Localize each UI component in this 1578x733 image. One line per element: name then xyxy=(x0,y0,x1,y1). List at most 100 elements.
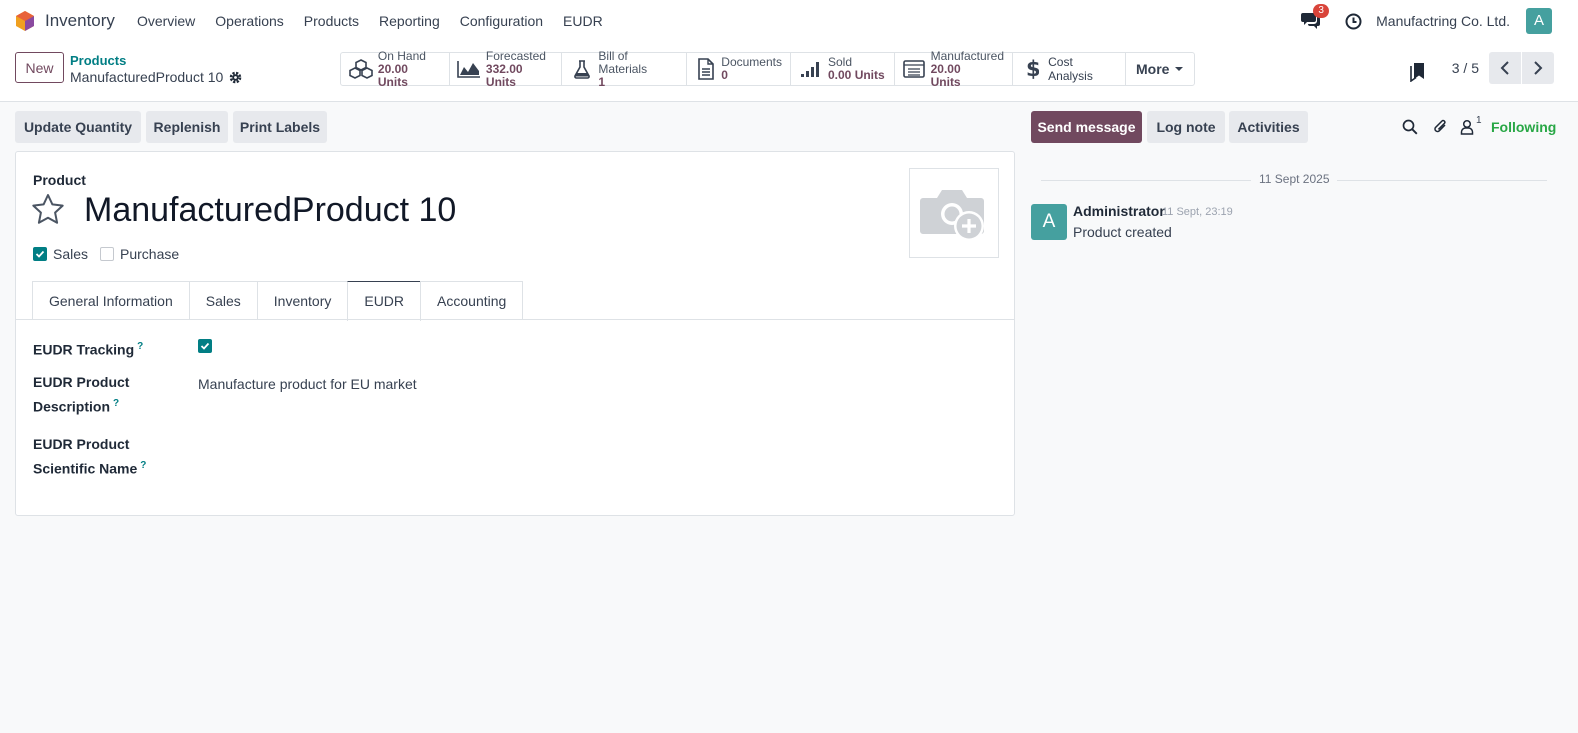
purchase-checkbox[interactable] xyxy=(100,247,114,261)
more-label: More xyxy=(1136,61,1170,77)
update-quantity-button[interactable]: Update Quantity xyxy=(15,111,141,143)
sales-label: Sales xyxy=(53,246,89,262)
area-chart-icon xyxy=(457,60,482,78)
bom-value: 1 xyxy=(598,74,606,89)
eudr-description-label-1: EUDR Product xyxy=(33,374,130,390)
search-icon[interactable] xyxy=(1402,119,1418,135)
menu-configuration[interactable]: Configuration xyxy=(450,13,553,29)
tab-eudr[interactable]: EUDR xyxy=(347,281,422,321)
send-message-button[interactable]: Send message xyxy=(1031,111,1142,143)
inventory-app-icon xyxy=(16,11,34,31)
star-icon[interactable] xyxy=(31,193,65,227)
replenish-button[interactable]: Replenish xyxy=(146,111,228,143)
eudr-tracking-label-text: EUDR Tracking xyxy=(33,341,135,358)
eudr-scientific-name-field[interactable] xyxy=(198,438,498,458)
checkmark-icon xyxy=(35,250,45,258)
tab-general-information[interactable]: General Information xyxy=(32,281,190,320)
user-avatar[interactable]: A xyxy=(1526,8,1552,34)
date-separator-text: 11 Sept 2025 xyxy=(1259,172,1330,186)
caret-down-icon xyxy=(1175,67,1184,71)
manufactured-unit: Units xyxy=(930,74,961,89)
dollar-icon: $ xyxy=(1020,58,1044,80)
manufactured-button[interactable]: Manufactured 20.00 Units xyxy=(895,48,1013,88)
message-timestamp: 11 Sept, 23:19 xyxy=(1162,206,1233,218)
product-label: Product xyxy=(33,172,86,188)
following-button[interactable]: Following xyxy=(1491,119,1556,135)
menu-reporting[interactable]: Reporting xyxy=(369,13,450,29)
eudr-scientific-name-label-2: Scientific Name xyxy=(33,460,138,477)
print-labels-button[interactable]: Print Labels xyxy=(233,111,327,143)
help-tooltip[interactable]: ? xyxy=(140,460,146,471)
new-button[interactable]: New xyxy=(15,52,64,83)
top-navbar: Inventory Overview Operations Products R… xyxy=(0,0,1578,42)
help-tooltip[interactable]: ? xyxy=(113,398,119,409)
notebook-tabs: General Information Sales Inventory EUDR… xyxy=(32,281,524,321)
menu-overview[interactable]: Overview xyxy=(127,13,205,29)
help-tooltip[interactable]: ? xyxy=(137,341,143,352)
checkmark-icon xyxy=(200,342,210,350)
tab-sales[interactable]: Sales xyxy=(188,281,258,320)
more-dropdown[interactable]: More xyxy=(1126,53,1194,85)
followers-button[interactable]: 1 xyxy=(1460,115,1482,135)
documents-button[interactable]: Documents 0 xyxy=(687,53,791,85)
eudr-description-label: EUDR Product Description? xyxy=(33,372,129,418)
message-author-avatar[interactable]: A xyxy=(1031,204,1067,240)
breadcrumb-current-label: ManufacturedProduct 10 xyxy=(70,69,224,85)
eudr-description-label-2: Description xyxy=(33,398,111,415)
menu-operations[interactable]: Operations xyxy=(205,13,293,29)
on-hand-button[interactable]: On Hand 20.00 Units xyxy=(341,48,450,88)
menu-eudr[interactable]: EUDR xyxy=(553,13,613,29)
signal-icon xyxy=(798,60,824,78)
log-note-button[interactable]: Log note xyxy=(1147,111,1225,143)
eudr-tracking-checkbox[interactable] xyxy=(198,339,212,353)
clock-icon[interactable] xyxy=(1345,13,1362,30)
documents-label: Documents xyxy=(721,55,782,69)
smart-buttons: On Hand 20.00 Units Forecasted 332.00 Un… xyxy=(340,48,1196,88)
messages-count-badge: 3 xyxy=(1313,4,1330,18)
form-sheet: Product ManufacturedProduct 10 Sales Pur… xyxy=(15,151,1015,516)
control-panel: New Products ManufacturedProduct 10 On H xyxy=(0,42,1578,102)
tab-accounting[interactable]: Accounting xyxy=(420,281,524,320)
message-body: Product created xyxy=(1073,224,1172,240)
activities-button[interactable]: Activities xyxy=(1229,111,1308,143)
manufactured-label: Manufactured xyxy=(930,48,1004,63)
pager-next-button[interactable] xyxy=(1522,52,1554,84)
bill-of-materials-button[interactable]: Bill of Materials 1 xyxy=(562,49,687,88)
paperclip-icon[interactable] xyxy=(1432,118,1448,136)
on-hand-label: On Hand xyxy=(377,48,426,63)
bookmark-icon[interactable] xyxy=(1410,62,1426,82)
chatter-tools: 1 xyxy=(1402,115,1482,136)
eudr-description-field[interactable]: Manufacture product for EU market xyxy=(198,376,417,392)
messages-systray[interactable]: 3 xyxy=(1301,4,1330,31)
company-switcher[interactable]: Manufactring Co. Ltd. xyxy=(1376,13,1510,29)
list-alt-icon xyxy=(902,60,927,78)
purchase-label: Purchase xyxy=(120,246,180,262)
tab-inventory[interactable]: Inventory xyxy=(256,281,349,320)
pager-value[interactable]: 3 / 5 xyxy=(1452,60,1479,76)
pager-previous-button[interactable] xyxy=(1489,52,1521,84)
sales-checkbox[interactable] xyxy=(33,247,47,261)
date-separator-line xyxy=(1041,180,1251,181)
menu-products[interactable]: Products xyxy=(294,13,369,29)
documents-value: 0 xyxy=(721,68,728,82)
followers-count: 1 xyxy=(1476,115,1482,126)
sold-button[interactable]: Sold 0.00 Units xyxy=(791,53,895,85)
flask-icon xyxy=(569,59,594,79)
user-icon xyxy=(1460,119,1474,135)
gear-icon[interactable] xyxy=(229,71,242,84)
product-name[interactable]: ManufacturedProduct 10 xyxy=(84,191,456,230)
systray: 3 Manufactring Co. Ltd. A xyxy=(1301,0,1578,42)
sold-value: 0.00 Units xyxy=(828,68,885,82)
date-separator-line xyxy=(1337,180,1547,181)
app-name[interactable]: Inventory xyxy=(45,11,115,31)
forecasted-button[interactable]: Forecasted 332.00 Units xyxy=(450,49,562,88)
manufactured-value: 20.00 xyxy=(930,61,961,76)
product-image-upload[interactable] xyxy=(909,168,999,258)
eudr-tracking-label: EUDR Tracking? xyxy=(33,336,143,361)
cost-analysis-label: Cost Analysis xyxy=(1048,55,1093,83)
document-icon xyxy=(694,58,717,80)
cost-analysis-button[interactable]: $ Cost Analysis xyxy=(1013,53,1126,85)
breadcrumb-products[interactable]: Products xyxy=(70,53,126,68)
message-author[interactable]: Administrator xyxy=(1073,203,1165,219)
app-brand[interactable]: Inventory xyxy=(15,10,127,32)
